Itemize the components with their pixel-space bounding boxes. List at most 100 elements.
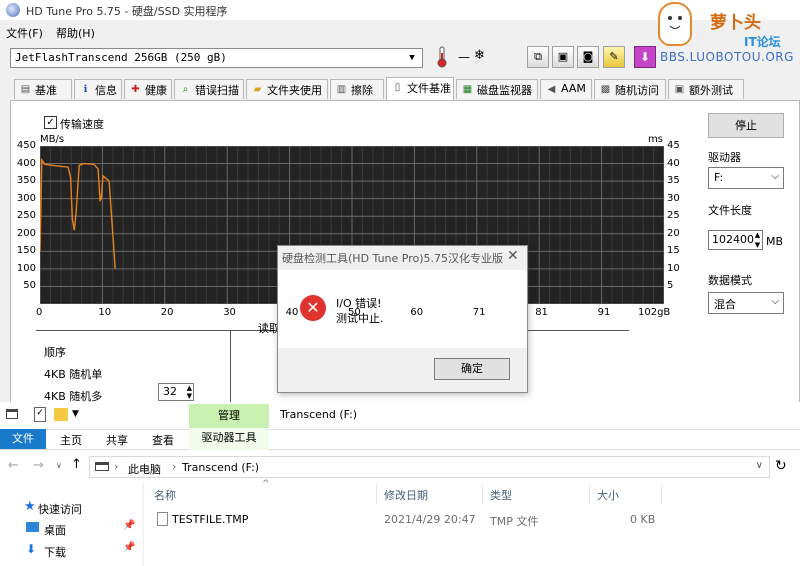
stop-button[interactable]: 停止: [708, 113, 784, 138]
up-arrow-icon[interactable]: ↑: [71, 457, 82, 472]
refresh-icon[interactable]: ↻: [775, 458, 787, 474]
camera-icon: ◙: [582, 50, 594, 63]
nav-desktop[interactable]: 桌面: [44, 522, 66, 538]
breadcrumb-this-pc[interactable]: 此电脑: [128, 461, 161, 477]
y2-tick-label: 5: [667, 280, 674, 292]
nav-quick-access[interactable]: 快速访问: [38, 501, 82, 517]
menu-file[interactable]: 文件(F): [6, 25, 43, 41]
tab-label: 额外测试: [689, 84, 733, 97]
y2-tick-label: 45: [667, 140, 680, 151]
data-mode-dropdown[interactable]: 混合 ⌵: [708, 292, 784, 314]
copy-text-button[interactable]: ⧉: [527, 46, 549, 68]
y2-tick-label: 10: [667, 262, 680, 274]
tab-label: 擦除: [351, 84, 373, 97]
y-tick-label: 300: [16, 192, 36, 204]
thermometer-icon: [436, 46, 448, 68]
nav-pane-splitter[interactable]: [143, 482, 144, 566]
tab-4[interactable]: ⌕ 错误扫描: [174, 79, 244, 99]
speaker-icon: ◀: [547, 84, 556, 95]
copy-icon: ⧉: [534, 50, 542, 63]
ribbon-tab-view[interactable]: 查看: [152, 432, 174, 448]
ribbon-tab-drive-tools[interactable]: 驱动器工具: [189, 428, 269, 450]
tab-3[interactable]: ✚ 健康: [124, 79, 172, 99]
ok-button[interactable]: 确定: [434, 358, 510, 380]
monitor-icon: ▦: [462, 84, 473, 95]
file-length-value: 102400: [712, 233, 754, 246]
transfer-rate-checkbox[interactable]: ✓: [44, 116, 57, 129]
x-tick-label: 20: [160, 307, 174, 318]
address-bar[interactable]: › 此电脑 › Transcend (F:) ∨: [89, 456, 770, 478]
column-separator[interactable]: [482, 484, 483, 504]
menu-help[interactable]: 帮助(H): [56, 25, 95, 41]
back-arrow-icon[interactable]: ←: [8, 458, 19, 473]
column-separator[interactable]: [589, 484, 590, 504]
forward-arrow-icon[interactable]: →: [33, 458, 44, 473]
drive-selector-value: JetFlashTranscend 256GB (250 gB): [15, 51, 227, 64]
close-icon[interactable]: ✕: [507, 248, 519, 264]
column-size[interactable]: 大小: [597, 487, 619, 503]
y-tick-label: 350: [16, 175, 36, 187]
x-tick-label: 30: [223, 307, 236, 318]
x-tick-label: 102gB: [638, 307, 671, 318]
spinner-arrows-icon: ▲ ▼: [186, 384, 192, 400]
tab-2[interactable]: ℹ 信息: [74, 79, 122, 99]
screenshot-button[interactable]: ◙: [577, 46, 599, 68]
x-tick-label: 91: [597, 307, 611, 318]
pin-icon[interactable]: 📌: [123, 542, 135, 553]
column-separator[interactable]: [376, 484, 377, 504]
tab-6[interactable]: ▥ 擦除: [330, 79, 384, 99]
file-icon: ▯: [394, 82, 401, 93]
y2-tick-label: 40: [667, 157, 680, 169]
queue-depth-value: 32: [163, 385, 177, 398]
y-tick-label: 100: [16, 262, 36, 274]
quick-access-dropdown-icon[interactable]: ▼: [72, 409, 79, 419]
column-name[interactable]: 名称: [154, 487, 176, 503]
drive-selector[interactable]: JetFlashTranscend 256GB (250 gB) ▼: [10, 48, 423, 68]
tab-label: 错误扫描: [195, 84, 239, 97]
tab-11[interactable]: ▣ 额外测试: [668, 79, 744, 99]
queue-depth-spinner[interactable]: 32 ▲ ▼: [158, 383, 194, 401]
chevron-down-icon: ▼: [409, 53, 415, 63]
tab-10[interactable]: ▩ 随机访问: [594, 79, 666, 99]
column-modified[interactable]: 修改日期: [384, 487, 428, 503]
tab-label: 文件夹使用: [267, 84, 322, 97]
tab-9[interactable]: ◀ AAM: [540, 79, 592, 99]
file-length-spinner-icon[interactable]: ▲ ▼: [752, 230, 763, 250]
pin-icon[interactable]: 📌: [123, 520, 135, 531]
y-tick-label: 150: [16, 245, 36, 257]
transfer-rate-line: [39, 157, 116, 269]
column-type[interactable]: 类型: [490, 487, 512, 503]
desktop-icon: [26, 522, 39, 532]
recent-locations-icon[interactable]: ∨: [56, 461, 62, 470]
folder-icon[interactable]: [54, 408, 68, 421]
tab-7[interactable]: ▯ 文件基准: [386, 77, 454, 100]
file-type: TMP 文件: [490, 515, 539, 528]
explorer-window-title: Transcend (F:): [280, 408, 358, 421]
address-dropdown-icon[interactable]: ∨: [756, 460, 763, 471]
nav-downloads[interactable]: 下载: [44, 544, 66, 560]
sequential-header: 顺序: [44, 346, 66, 359]
table-row[interactable]: TESTFILE.TMP 2021/4/29 20:47 TMP 文件 0 KB: [150, 509, 660, 529]
tab-label: 健康: [145, 84, 167, 97]
wrench-icon: ✎: [609, 50, 619, 63]
sort-ascending-icon: ^: [262, 479, 270, 489]
tab-5[interactable]: ▰ 文件夹使用: [246, 79, 328, 99]
options-button[interactable]: ✎: [603, 46, 625, 68]
drive-dropdown[interactable]: F: ⌵: [708, 167, 784, 189]
ribbon-tab-home[interactable]: 主页: [60, 432, 82, 448]
copy-info-button[interactable]: ▣: [552, 46, 574, 68]
drive-icon: [6, 409, 18, 419]
tab-1[interactable]: ▤ 基准: [14, 79, 72, 99]
column-separator[interactable]: [661, 484, 662, 504]
watermark-title: 萝卜头: [710, 13, 761, 33]
y-tick-label: 50: [23, 280, 36, 292]
manage-context-tab[interactable]: 管理: [189, 404, 269, 428]
y2-tick-label: 35: [667, 175, 680, 187]
y-tick-label: 250: [16, 210, 36, 222]
x-tick-label: 10: [98, 307, 112, 318]
breadcrumb-drive[interactable]: Transcend (F:): [182, 461, 259, 474]
ribbon-tab-file[interactable]: 文件: [0, 429, 46, 449]
properties-icon[interactable]: ✓: [34, 407, 46, 422]
tab-8[interactable]: ▦ 磁盘监视器: [456, 79, 538, 99]
ribbon-tab-share[interactable]: 共享: [106, 432, 128, 448]
